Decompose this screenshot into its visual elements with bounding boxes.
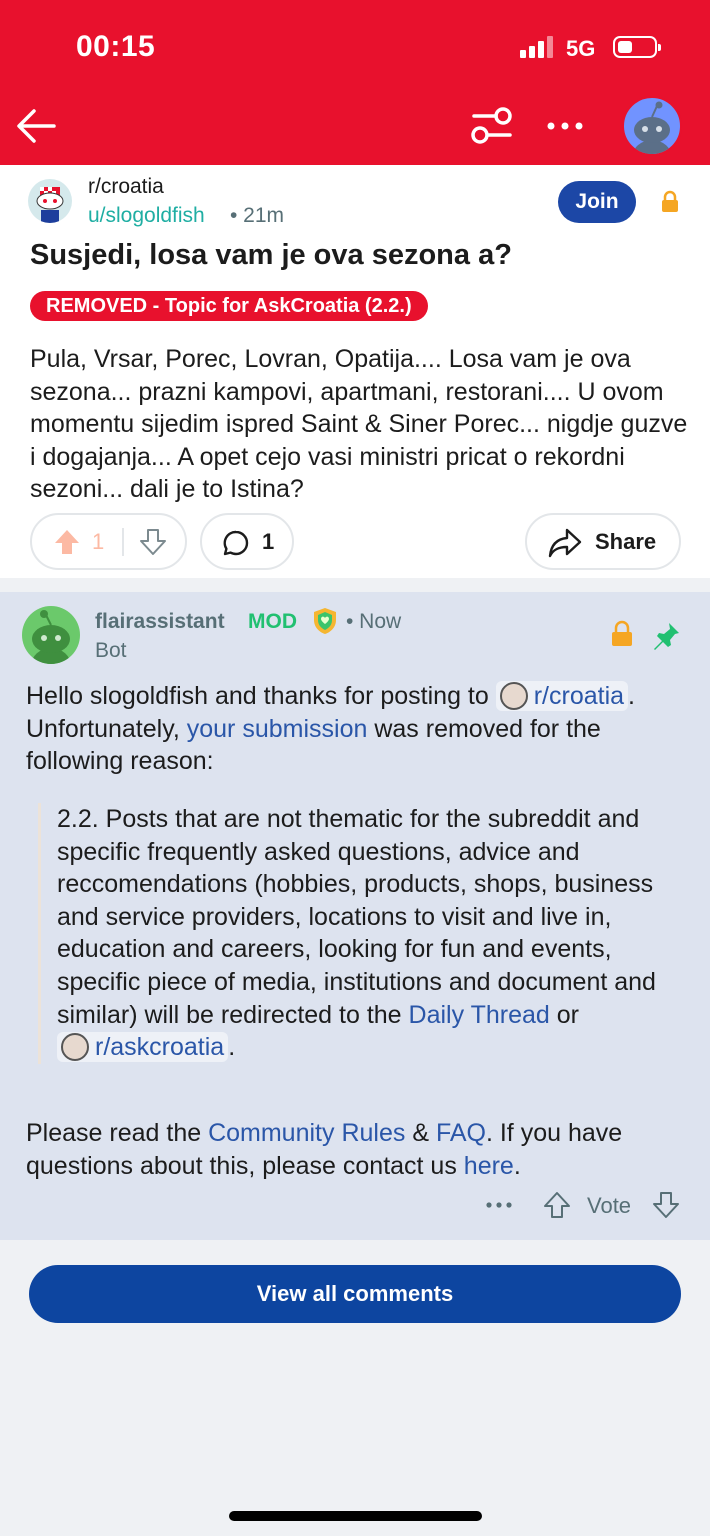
quote-text: 2.2. Posts that are not thematic for the…	[57, 805, 656, 1029]
contact-link[interactable]: here	[464, 1152, 514, 1180]
quote-text: or	[556, 1000, 579, 1029]
downvote-icon[interactable]	[651, 1190, 681, 1220]
more-options-button[interactable]	[544, 104, 586, 148]
rule-quote: 2.2. Posts that are not thematic for the…	[38, 803, 698, 1064]
more-horizontal-icon	[486, 1202, 512, 1208]
battery-icon	[613, 36, 661, 58]
community-rules-link[interactable]: Community Rules	[208, 1119, 405, 1147]
upvote-icon[interactable]	[52, 527, 82, 557]
signal-icon	[520, 36, 554, 58]
home-indicator[interactable]	[229, 1511, 482, 1521]
share-button[interactable]: Share	[525, 513, 681, 570]
commenter-username[interactable]: flairassistant	[95, 610, 225, 634]
vote-bar: 1	[30, 513, 187, 570]
comment-paragraph-1: Hello slogoldfish and thanks for posting…	[26, 680, 696, 778]
vote-divider	[122, 528, 124, 556]
post-title[interactable]: Susjedi, losa vam je ova sezona a?	[30, 239, 512, 272]
more-horizontal-icon	[547, 122, 583, 130]
subreddit-link-label: r/croatia	[533, 682, 625, 710]
submission-link[interactable]: your submission	[187, 715, 368, 743]
comment-paragraph-2: Please read the Community Rules & FAQ. I…	[26, 1117, 696, 1182]
comment-text: .	[513, 1151, 521, 1180]
share-icon	[548, 528, 582, 558]
subreddit-link-label: r/askcroatia	[95, 1033, 225, 1062]
quote-text: .	[228, 1033, 236, 1062]
comment-text: Hello slogoldfish and thanks for posting…	[26, 682, 489, 710]
upvote-count: 1	[92, 529, 105, 554]
comment-more-button[interactable]	[484, 1193, 514, 1217]
sort-filter-icon	[471, 107, 512, 144]
post-author[interactable]: u/slogoldfish	[88, 204, 205, 228]
comments-button[interactable]: 1	[200, 513, 294, 570]
lock-icon	[610, 620, 634, 648]
upvote-icon[interactable]	[542, 1190, 572, 1220]
comment-icon	[223, 530, 249, 556]
faq-link[interactable]: FAQ	[436, 1119, 486, 1147]
daily-thread-link[interactable]: Daily Thread	[409, 1001, 550, 1029]
subreddit-mini-icon	[61, 1033, 89, 1062]
pin-icon	[650, 620, 682, 652]
view-all-comments-button[interactable]: View all comments	[29, 1265, 681, 1323]
app-header	[0, 0, 710, 165]
post-time: • 21m	[230, 204, 285, 227]
snoo-avatar-icon	[31, 610, 71, 664]
removed-badge: REMOVED - Topic for AskCroatia (2.2.)	[30, 291, 428, 321]
back-button[interactable]	[14, 104, 58, 148]
comment-count: 1	[262, 529, 275, 554]
comment-text: Please read the	[26, 1119, 202, 1147]
user-avatar-button[interactable]	[622, 96, 682, 156]
join-button[interactable]: Join	[558, 181, 636, 223]
subreddit-link-croatia[interactable]: r/croatia	[495, 681, 629, 711]
subreddit-name[interactable]: r/croatia	[88, 175, 164, 199]
arrow-left-icon	[17, 109, 56, 143]
snoo-avatar-icon	[632, 101, 672, 154]
commenter-avatar[interactable]	[22, 606, 80, 664]
comment-text: &	[412, 1119, 429, 1147]
subreddit-icon[interactable]	[28, 179, 72, 223]
downvote-icon[interactable]	[138, 527, 168, 557]
post-body[interactable]: Pula, Vrsar, Porec, Lovran, Opatija.... …	[30, 343, 690, 506]
mod-badge: MOD	[248, 610, 297, 633]
status-time: 00:15	[76, 30, 156, 63]
subreddit-link-askcroatia[interactable]: r/askcroatia	[57, 1032, 229, 1063]
subreddit-mini-icon	[499, 682, 528, 710]
lock-icon	[659, 190, 681, 214]
network-label: 5G	[566, 36, 596, 61]
mod-shield-icon	[310, 606, 340, 636]
sort-filter-button[interactable]	[468, 104, 514, 148]
comment-time: • Now	[346, 610, 402, 633]
bot-flair: Bot	[95, 639, 127, 662]
vote-label: Vote	[587, 1193, 632, 1218]
snoo-croatia-icon	[36, 187, 64, 223]
share-label: Share	[595, 529, 657, 554]
